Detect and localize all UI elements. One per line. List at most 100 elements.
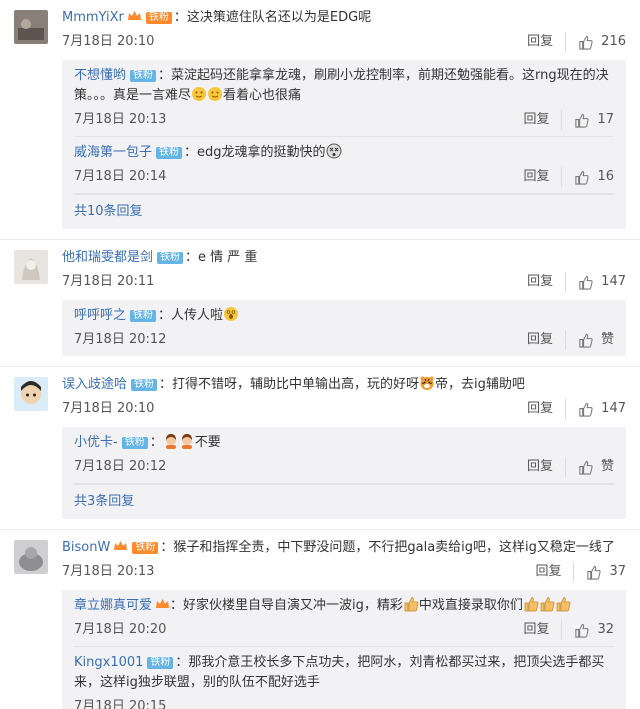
like-count: 147 [601,274,626,289]
reply-button[interactable]: 回复 [527,32,567,52]
reply-username[interactable]: 不想懂哟 [74,68,126,83]
comment-username[interactable]: 他和瑞雯都是剑 [62,250,153,265]
thumbs-up-icon [575,113,590,128]
reply-time: 7月18日 20:12 [74,332,167,347]
like-button[interactable]: 147 [578,399,626,419]
like-count: 16 [597,169,614,184]
reply-button[interactable]: 回复 [527,330,566,350]
thumbs-up-icon [575,623,590,638]
reply-username[interactable]: 呼呼呼之 [74,308,126,323]
reply-time: 7月18日 20:12 [74,459,167,474]
comment-text-tail: 帝，去ig辅助吧 [435,377,525,392]
like-button[interactable]: 赞 [578,330,614,350]
comment-username[interactable]: MmmYiXr [62,10,124,25]
fan-badge: 铁粉 [157,252,184,264]
comment-item: 他和瑞雯都是剑 铁粉 ：e 情 严 重 7月18日 20:11 回复 147 呼呼呼… [0,240,640,367]
comment-text: 猴子和指挥全责，中下野没问题，不行把gala卖给ig吧，这样ig又稳定一线了 [173,540,615,555]
sweat-smile-emoji-icon [207,86,223,102]
like-button[interactable]: 16 [574,167,614,187]
reply-username[interactable]: 章立娜真可爱 [74,598,152,613]
reply-item: 威海第一包子 铁粉 ：edg龙魂拿的挺勤快的 7月18日 20:14 回复 16 [74,137,614,194]
reply-list: 不想懂哟 铁粉 ：菜淀起码还能拿拿龙魂，刷刷小龙控制率，前期还勉强能看。这rng现在… [62,60,626,229]
thumbs-up-icon [579,460,593,475]
reply-item: 小优卡- 铁粉：不要 7月18日 20:12 回复 赞 [74,427,614,484]
view-more-replies-link[interactable]: 共10条回复 [74,194,614,229]
comment-time: 7月18日 20:10 [62,34,155,49]
fan-badge: 铁粉 [130,70,157,82]
reply-button[interactable]: 回复 [527,399,567,419]
crown-icon [113,540,128,552]
tiger-emoji-icon [419,375,435,391]
comment-time: 7月18日 20:13 [62,564,155,579]
reply-username[interactable]: Kingx1001 [74,655,143,670]
reply-list: 章立娜真可爱 ：好家伙楼里自导自演又冲一波ig，精彩 中戏直接录取你们 7月18日 … [62,590,626,709]
avatar[interactable] [14,540,48,574]
reply-item: 章立娜真可爱 ：好家伙楼里自导自演又冲一波ig，精彩 中戏直接录取你们 7月18日 … [74,590,614,647]
like-button[interactable]: 32 [574,620,614,640]
reply-item: Kingx1001 铁粉 ：那我介意王校长多下点功夫，把阿水，刘青松都买过来，把顶尖… [74,647,614,709]
comment-item: BisonW 铁粉 ：猴子和指挥全责，中下野没问题，不行把gala卖给ig吧，这样i… [0,530,640,709]
reply-button[interactable]: 回复 [527,457,566,477]
reply-text: edg龙魂拿的挺勤快的 [197,145,326,160]
reply-text-tail: 看着心也很痛 [223,88,302,103]
fan-badge: 铁粉 [132,542,159,554]
fan-badge: 铁粉 [147,657,174,669]
thumbs-up-icon [579,402,593,417]
reply-text: 不要 [194,435,221,450]
avatar[interactable] [14,377,48,411]
like-count: 37 [609,564,626,579]
reply-button[interactable]: 回复 [523,110,563,130]
thumbs-up-icon [575,170,590,185]
reply-button[interactable]: 回复 [535,562,575,582]
like-count: 32 [597,622,614,637]
comment-text: e 情 严 重 [198,250,258,265]
reply-username[interactable]: 小优卡- [74,435,118,450]
thumbs-up-emoji-icon [403,596,419,612]
like-button[interactable]: 216 [578,32,626,52]
like-button[interactable]: 17 [574,110,614,130]
like-count: 147 [601,401,626,416]
comment-username[interactable]: 误入歧途哈 [62,377,127,392]
like-button[interactable]: 147 [578,272,626,292]
avatar[interactable] [14,10,48,44]
reply-text: 人传人啦 [171,308,224,323]
comment-time: 7月18日 20:11 [62,274,155,289]
sweat-smile-emoji-icon [191,86,207,102]
reply-text-tail: 中戏直接录取你们 [418,598,523,613]
thumbs-up-emoji-icon [539,596,555,612]
like-count: 17 [597,112,614,127]
person-emoji-icon [179,433,195,449]
thumbs-up-icon [579,35,593,50]
comment-text: 打得不错呀，辅助比中单输出高，玩的好呀 [172,377,420,392]
like-button[interactable]: 赞 [578,457,614,477]
avatar[interactable] [14,250,48,284]
reply-username[interactable]: 威海第一包子 [74,145,152,160]
comment-item: MmmYiXr 铁粉 ：这决策遮住队名还以为是EDG呢 7月18日 20:10 回复… [0,0,640,240]
reply-button[interactable]: 回复 [527,272,567,292]
reply-item: 呼呼呼之 铁粉 ：人传人啦 7月18日 20:12 回复 赞 [74,300,614,356]
reply-button[interactable]: 回复 [523,620,563,640]
thumbs-up-icon [579,275,593,290]
like-count: 赞 [600,459,614,474]
fan-badge: 铁粉 [156,147,183,159]
crown-icon [127,10,142,22]
thumbs-up-icon [587,565,602,580]
thumbs-up-emoji-icon [555,596,571,612]
reply-time: 7月18日 20:15 [74,699,167,709]
crown-icon [155,598,170,610]
comment-list: MmmYiXr 铁粉 ：这决策遮住队名还以为是EDG呢 7月18日 20:10 回复… [0,0,640,709]
like-button[interactable]: 37 [586,562,626,582]
fan-badge: 铁粉 [130,310,157,322]
fan-badge: 铁粉 [121,437,148,449]
comment-item: 误入歧途哈 铁粉 ：打得不错呀，辅助比中单输出高，玩的好呀 帝，去ig辅助吧 7月18… [0,367,640,530]
dizzy-face-emoji-icon [326,143,342,159]
thumbs-up-icon [579,333,593,348]
fan-badge: 铁粉 [131,379,158,391]
comment-username[interactable]: BisonW [62,540,110,555]
reply-button[interactable]: 回复 [523,167,563,187]
comment-text: 这决策遮住队名还以为是EDG呢 [186,10,372,25]
reply-list: 呼呼呼之 铁粉 ：人传人啦 7月18日 20:12 回复 赞 [62,300,626,356]
reply-item: 不想懂哟 铁粉 ：菜淀起码还能拿拿龙魂，刷刷小龙控制率，前期还勉强能看。这rng现在… [74,60,614,137]
view-more-replies-link[interactable]: 共3条回复 [74,484,614,519]
comment-time: 7月18日 20:10 [62,401,155,416]
